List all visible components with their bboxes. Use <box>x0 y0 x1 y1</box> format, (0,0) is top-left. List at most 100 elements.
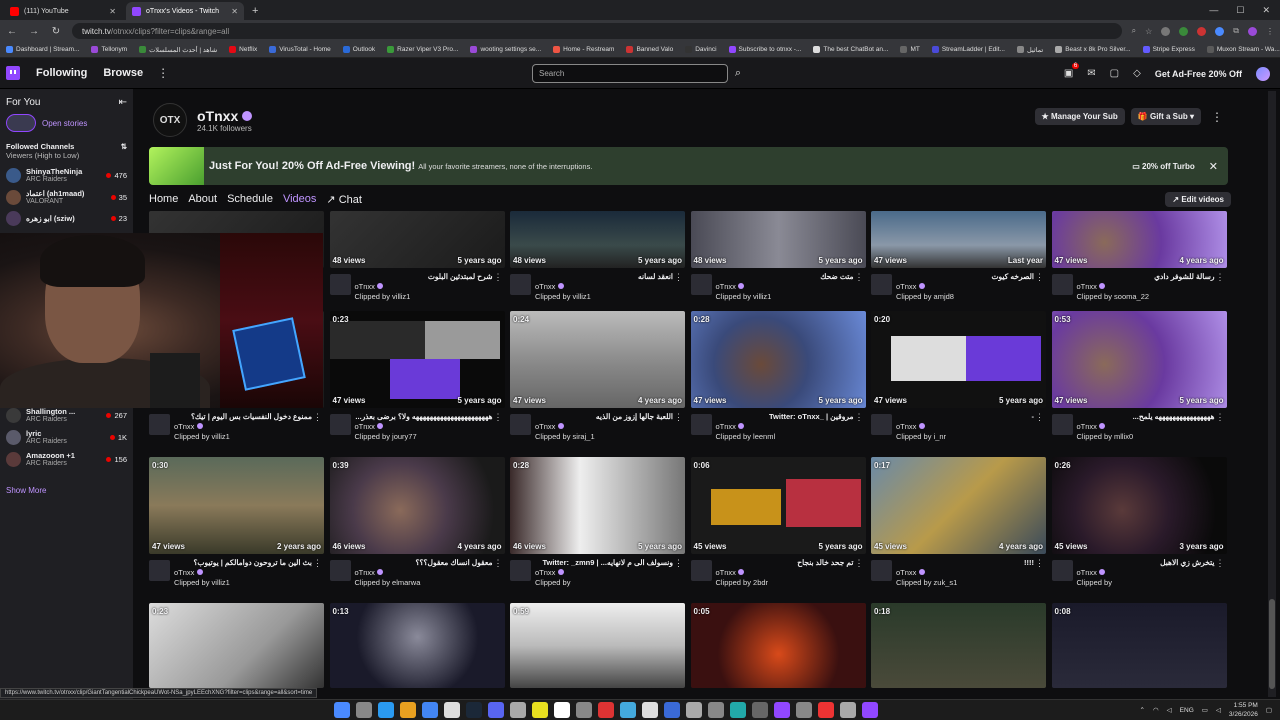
clip-options-icon[interactable]: ⋮ <box>494 412 503 423</box>
clip-options-icon[interactable]: ⋮ <box>1216 412 1225 423</box>
taskbar-app-icon[interactable] <box>840 702 856 718</box>
star-icon[interactable]: ☆ <box>1145 27 1152 36</box>
user-avatar[interactable] <box>1256 66 1270 81</box>
clip-options-icon[interactable]: ⋮ <box>1216 558 1225 569</box>
taskbar-app-icon[interactable] <box>686 702 702 718</box>
bookmark-item[interactable]: Dashboard | Stream... <box>6 46 79 53</box>
channel-avatar[interactable] <box>510 274 531 295</box>
back-icon[interactable]: ← <box>6 26 18 37</box>
bookmark-item[interactable]: Subscribe to otnxx -... <box>728 46 801 53</box>
clip-channel[interactable]: oTnxx <box>174 568 203 577</box>
channel-avatar[interactable] <box>329 414 351 435</box>
network-icon[interactable]: ▭ <box>1202 706 1208 714</box>
taskbar-app-icon[interactable] <box>620 702 636 718</box>
clip-options-icon[interactable]: ⋮ <box>674 412 683 423</box>
tab-schedule[interactable]: Schedule <box>227 193 273 206</box>
notification-center-icon[interactable]: ▢ <box>1266 706 1272 714</box>
bits-icon[interactable]: ◇ <box>1133 68 1141 79</box>
clip-title[interactable]: !!!! <box>896 558 1034 567</box>
clip-channel[interactable]: oTnxx <box>1077 282 1106 291</box>
taskbar-app-icon[interactable] <box>664 702 680 718</box>
taskbar-app-icon[interactable] <box>444 702 460 718</box>
clip-channel[interactable]: oTnxx <box>896 422 925 431</box>
channel-avatar[interactable] <box>329 274 351 295</box>
clip-card[interactable]: 0:06 45 views 5 years ago تم جحد خالد بنجاح… <box>690 457 866 595</box>
puzzle-icon[interactable]: ⧉ <box>1233 26 1239 36</box>
bookmark-item[interactable]: Netflix <box>229 46 257 53</box>
clip-thumbnail[interactable]: 0:17 45 views 4 years ago <box>871 457 1046 554</box>
clipped-by[interactable]: Clipped by <box>1077 578 1112 587</box>
channel-logo[interactable]: OTX <box>153 103 187 137</box>
clip-title[interactable]: ...ههههههههههههههههه يلمح <box>1077 412 1215 421</box>
speaker-icon[interactable]: ◁ <box>1216 706 1221 714</box>
volume-icon[interactable]: ◁ <box>1167 706 1172 714</box>
clipped-by[interactable]: Clipped by amjd8 <box>896 292 954 301</box>
clip-channel[interactable]: oTnxx <box>716 422 745 431</box>
clip-title[interactable]: يتخرش زي الاهبل <box>1077 558 1214 567</box>
clipped-by[interactable]: Clipped by villiz1 <box>535 292 591 301</box>
clip-thumbnail[interactable]: 47 views 4 years ago <box>1051 211 1227 268</box>
clip-title[interactable]: Twitter: _zmn9 | ...ونسولف الى م لانهايه <box>535 558 673 567</box>
clip-card[interactable]: 0:17 45 views 4 years ago!!!! oTnxx Clipped… <box>871 457 1046 595</box>
clip-card[interactable]: 47 views 4 years ago رسالة للشوفر دادي oTnx… <box>1051 211 1227 303</box>
bookmark-item[interactable]: wooting settings se... <box>470 46 541 53</box>
clip-thumbnail[interactable]: 48 views 5 years ago <box>510 211 685 268</box>
clip-options-icon[interactable]: ⋮ <box>1216 272 1225 283</box>
clip-options-icon[interactable]: ⋮ <box>1035 272 1044 283</box>
extension-icon[interactable] <box>1179 26 1189 36</box>
clip-channel[interactable]: oTnxx <box>355 422 384 431</box>
inbox-icon[interactable]: ✉ <box>1087 68 1095 79</box>
taskbar-app-icon[interactable] <box>334 702 350 718</box>
bookmark-item[interactable]: تماثيل <box>1016 46 1043 54</box>
more-options-icon[interactable]: ⋮ <box>1207 110 1227 124</box>
clip-channel[interactable]: oTnxx <box>355 568 384 577</box>
clipped-by[interactable]: Clipped by zuk_s1 <box>896 578 957 587</box>
clip-thumbnail[interactable]: 47 views Last year <box>871 211 1046 268</box>
following-link[interactable]: Following <box>36 67 87 79</box>
browser-tab-youtube[interactable]: (111) YouTube ✕ <box>4 2 122 20</box>
channel-avatar[interactable] <box>149 414 170 435</box>
clipped-by[interactable]: Clipped by villiz1 <box>355 292 411 301</box>
clip-card[interactable]: 48 views 5 years ago متت ضحك oTnxx Clipped … <box>690 211 866 303</box>
clip-thumbnail[interactable]: 0:13 <box>329 603 505 688</box>
bookmark-item[interactable]: Outlook <box>342 46 375 53</box>
close-window-icon[interactable]: ✕ <box>1262 5 1270 16</box>
channel-avatar[interactable] <box>1051 414 1073 435</box>
clip-card[interactable]: 0:05 <box>690 603 866 688</box>
clip-card[interactable]: 0:23 <box>149 603 324 688</box>
clip-channel[interactable]: oTnxx <box>716 282 745 291</box>
clip-card[interactable]: 0:08 <box>1051 603 1227 688</box>
clip-channel[interactable]: oTnxx <box>716 568 745 577</box>
taskbar-app-icon[interactable] <box>532 702 548 718</box>
clip-title[interactable]: معقول انساك معقول؟؟؟ <box>355 558 493 567</box>
clip-channel[interactable]: oTnxx <box>896 568 925 577</box>
clip-options-icon[interactable]: ⋮ <box>494 558 503 569</box>
clip-thumbnail[interactable]: 0:08 <box>1051 603 1227 688</box>
turbo-offer-button[interactable]: ▭ 20% off Turbo <box>1132 162 1195 171</box>
extension-icon[interactable] <box>1197 26 1207 36</box>
tray-chevron-icon[interactable]: ⌃ <box>1140 706 1145 714</box>
minimize-icon[interactable]: — <box>1209 5 1218 15</box>
channel-avatar[interactable] <box>149 560 170 581</box>
bookmark-item[interactable]: شاهد | أحدث المسلسلات <box>139 46 217 54</box>
bookmark-item[interactable]: Stripe Express <box>1142 46 1195 53</box>
clip-thumbnail[interactable]: 0:20 47 views 5 years ago <box>871 311 1046 408</box>
clip-card[interactable]: 0:30 47 views 2 years ago بث الين ما تروحون… <box>149 457 324 595</box>
clipped-by[interactable]: Clipped by elmarwa <box>355 578 421 587</box>
clip-thumbnail[interactable]: 0:06 45 views 5 years ago <box>690 457 866 554</box>
clip-card[interactable]: 0:28 47 views 5 years ago Twitter: oTnxx_ |… <box>690 311 866 449</box>
clip-thumbnail[interactable]: 48 views 5 years ago <box>329 211 505 268</box>
clip-channel[interactable]: oTnxx <box>1077 422 1106 431</box>
clip-options-icon[interactable]: ⋮ <box>1035 558 1044 569</box>
language-indicator[interactable]: ENG <box>1180 707 1194 714</box>
taskbar-app-icon[interactable] <box>598 702 614 718</box>
taskbar-app-icon[interactable] <box>576 702 592 718</box>
clipped-by[interactable]: Clipped by siraj_1 <box>535 432 595 441</box>
taskbar-app-icon[interactable] <box>378 702 394 718</box>
clip-options-icon[interactable]: ⋮ <box>313 412 322 423</box>
clip-card[interactable]: 48 views 5 years ago شرح لمبتدئين البلوت oT… <box>329 211 505 303</box>
clip-options-icon[interactable]: ⋮ <box>1035 412 1044 423</box>
clip-title[interactable]: رسالة للشوفر دادي <box>1077 272 1214 281</box>
clip-thumbnail[interactable]: 0:28 47 views 5 years ago <box>690 311 866 408</box>
page-scrollbar[interactable] <box>1245 89 1280 699</box>
